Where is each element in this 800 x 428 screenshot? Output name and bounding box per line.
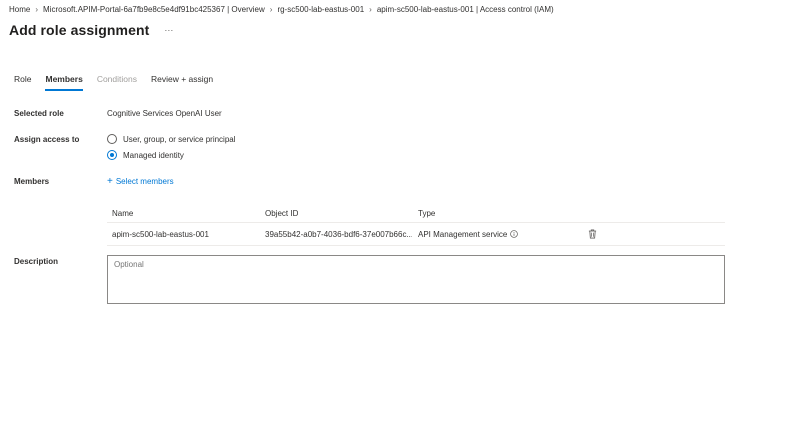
members-table: Name Object ID Type apim-sc500-lab-eastu… [107,204,725,246]
radio-managed-identity[interactable]: Managed identity [107,150,184,160]
trash-icon[interactable] [588,229,597,239]
member-name: apim-sc500-lab-eastus-001 [112,229,209,239]
breadcrumb-separator: › [369,5,372,14]
breadcrumb-access-control[interactable]: apim-sc500-lab-eastus-001 | Access contr… [377,5,554,14]
page-title: Add role assignment [9,22,150,38]
column-header-object-id: Object ID [265,208,299,218]
breadcrumb-separator: › [35,5,39,14]
breadcrumb-resource-group[interactable]: rg-sc500-lab-eastus-001 [277,5,364,14]
assign-access-label: Assign access to [14,135,80,144]
member-object-id: 39a55b42-a0b7-4036-bdf6-37e007b66c... [265,229,412,239]
breadcrumb-separator: › [269,5,273,14]
radio-button-checked[interactable] [107,150,117,160]
description-textarea[interactable] [107,255,725,304]
member-type: API Management service [412,230,562,239]
radio-user-group-principal[interactable]: User, group, or service principal [107,134,236,144]
breadcrumb-home[interactable]: Home [9,5,30,14]
info-icon[interactable] [510,230,519,238]
tab-bar: Role Members Conditions Review + assign [14,74,227,91]
breadcrumb-apim-portal-overview[interactable]: Microsoft.APIM-Portal-6a7fb9e8c5e4df91bc… [43,5,265,14]
title-row: Add role assignment ··· [9,22,173,38]
breadcrumb: Home › Microsoft.APIM-Portal-6a7fb9e8c5e… [9,5,554,14]
column-header-type: Type [418,208,436,218]
radio-button[interactable] [107,134,117,144]
tab-conditions: Conditions [96,74,137,84]
tab-review-assign[interactable]: Review + assign [151,74,213,91]
more-options-button[interactable]: ··· [164,25,173,35]
table-row: apim-sc500-lab-eastus-001 39a55b42-a0b7-… [107,223,725,246]
selected-role-label: Selected role [14,109,64,118]
selected-role-value: Cognitive Services OpenAI User [107,109,222,118]
radio-label: Managed identity [123,150,184,160]
member-type-text: API Management service [418,229,508,239]
select-members-text: Select members [115,177,174,186]
plus-icon: + [107,176,113,187]
tab-members[interactable]: Members [45,74,83,91]
description-label: Description [14,257,59,266]
row-actions [562,229,622,239]
tab-role[interactable]: Role [14,74,31,91]
table-header: Name Object ID Type [107,204,725,223]
select-members-link[interactable]: + Select members [107,176,174,187]
members-label: Members [14,177,50,186]
radio-label: User, group, or service principal [123,134,236,144]
column-header-name: Name [112,208,134,218]
